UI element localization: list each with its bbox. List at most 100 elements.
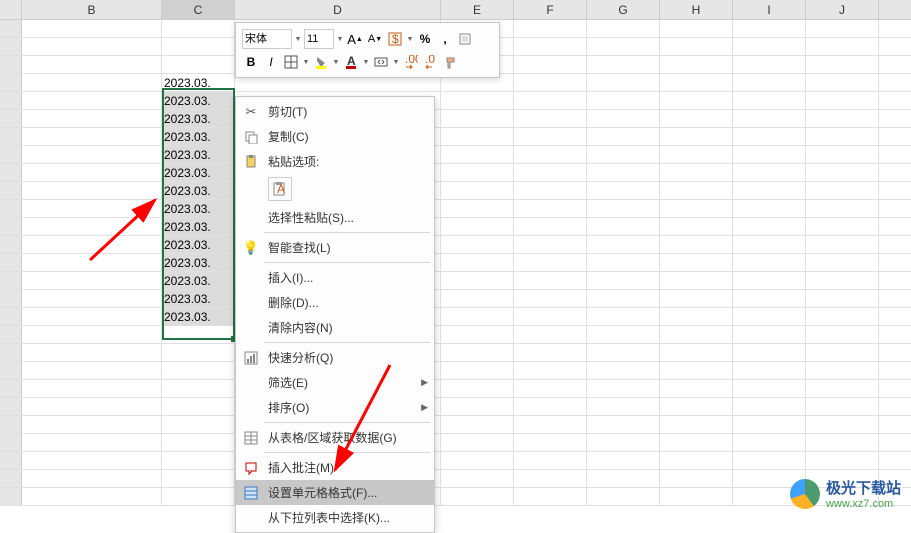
cell[interactable] — [587, 200, 660, 217]
cell[interactable] — [806, 326, 879, 343]
cell[interactable] — [514, 434, 587, 451]
cell[interactable]: 2023.03. — [162, 236, 235, 253]
cell[interactable] — [514, 452, 587, 469]
fill-color-button[interactable] — [312, 53, 330, 71]
cell[interactable] — [514, 182, 587, 199]
cell[interactable] — [514, 308, 587, 325]
cell[interactable] — [514, 110, 587, 127]
cell[interactable] — [806, 254, 879, 271]
comma-button[interactable]: , — [436, 30, 454, 48]
col-header-j[interactable]: J — [806, 0, 879, 19]
row-header[interactable] — [0, 200, 22, 217]
cell[interactable] — [660, 452, 733, 469]
col-header-c[interactable]: C — [162, 0, 235, 19]
cell[interactable] — [806, 416, 879, 433]
cell[interactable] — [733, 344, 806, 361]
ctx-cut[interactable]: ✂ 剪切(T) — [236, 99, 434, 124]
cell[interactable] — [660, 38, 733, 55]
cell[interactable] — [733, 452, 806, 469]
cell[interactable] — [660, 128, 733, 145]
cell[interactable] — [441, 128, 514, 145]
cell[interactable] — [660, 380, 733, 397]
cell[interactable] — [22, 470, 162, 487]
cell[interactable]: 2023.03. — [162, 182, 235, 199]
cell[interactable] — [733, 92, 806, 109]
cell[interactable] — [660, 290, 733, 307]
cell[interactable] — [162, 416, 235, 433]
cell[interactable] — [22, 434, 162, 451]
cell[interactable] — [733, 182, 806, 199]
ctx-quick-analysis[interactable]: 快速分析(Q) — [236, 345, 434, 370]
cell[interactable] — [587, 92, 660, 109]
fill-color-dropdown[interactable]: ▼ — [332, 53, 340, 71]
cell[interactable] — [22, 56, 162, 73]
cell[interactable] — [733, 38, 806, 55]
cell[interactable] — [587, 488, 660, 505]
col-header-i[interactable]: I — [733, 0, 806, 19]
cell[interactable] — [733, 398, 806, 415]
cell[interactable] — [514, 362, 587, 379]
cell[interactable] — [806, 164, 879, 181]
cell[interactable] — [660, 344, 733, 361]
cell[interactable] — [441, 236, 514, 253]
row-header[interactable] — [0, 290, 22, 307]
cell[interactable] — [806, 20, 879, 37]
cell[interactable] — [441, 452, 514, 469]
cell[interactable] — [733, 380, 806, 397]
cell[interactable] — [733, 146, 806, 163]
cell[interactable]: 2023.03. — [162, 128, 235, 145]
cell[interactable] — [660, 92, 733, 109]
cell[interactable] — [587, 236, 660, 253]
cell[interactable] — [660, 272, 733, 289]
row-header[interactable] — [0, 362, 22, 379]
cell[interactable] — [514, 146, 587, 163]
cell[interactable] — [22, 452, 162, 469]
cell[interactable] — [441, 218, 514, 235]
cell[interactable] — [441, 470, 514, 487]
cell[interactable] — [587, 38, 660, 55]
row-header[interactable] — [0, 146, 22, 163]
cell[interactable] — [514, 470, 587, 487]
cell[interactable] — [587, 398, 660, 415]
cell[interactable] — [587, 146, 660, 163]
cell[interactable] — [660, 218, 733, 235]
cell[interactable] — [22, 272, 162, 289]
cell[interactable] — [806, 380, 879, 397]
cell[interactable] — [587, 182, 660, 199]
cell[interactable] — [514, 254, 587, 271]
cell[interactable]: 2023.03. — [162, 272, 235, 289]
cell[interactable] — [441, 308, 514, 325]
cell[interactable] — [162, 20, 235, 37]
row-header[interactable] — [0, 182, 22, 199]
row-header[interactable] — [0, 380, 22, 397]
cell[interactable] — [587, 380, 660, 397]
ctx-get-data[interactable]: 从表格/区域获取数据(G) — [236, 425, 434, 450]
cell[interactable] — [514, 164, 587, 181]
cell[interactable] — [441, 362, 514, 379]
cell[interactable] — [733, 236, 806, 253]
cell[interactable] — [733, 362, 806, 379]
cell[interactable]: 2023.03. — [162, 164, 235, 181]
cell[interactable] — [660, 146, 733, 163]
cell[interactable] — [441, 434, 514, 451]
font-size-combo[interactable]: 11 — [304, 29, 334, 49]
cell[interactable] — [733, 110, 806, 127]
cell[interactable] — [587, 290, 660, 307]
cell[interactable] — [514, 380, 587, 397]
cell[interactable] — [733, 290, 806, 307]
merge-dropdown[interactable]: ▼ — [392, 53, 400, 71]
cell[interactable]: 2023.03. — [162, 146, 235, 163]
cell[interactable] — [660, 56, 733, 73]
accounting-dropdown[interactable]: ▼ — [406, 30, 414, 48]
cell[interactable] — [587, 308, 660, 325]
cell[interactable] — [441, 398, 514, 415]
cell[interactable] — [22, 218, 162, 235]
cell[interactable] — [587, 218, 660, 235]
cell[interactable] — [587, 272, 660, 289]
cell[interactable] — [22, 38, 162, 55]
format-painter-button[interactable] — [456, 30, 474, 48]
cell[interactable]: 2023.03. — [162, 200, 235, 217]
worksheet-grid[interactable]: 2023.03.2023.03.2023.03.2023.03.2023.03.… — [0, 20, 911, 506]
cell[interactable] — [22, 254, 162, 271]
cell[interactable]: 2023.03. — [162, 308, 235, 325]
